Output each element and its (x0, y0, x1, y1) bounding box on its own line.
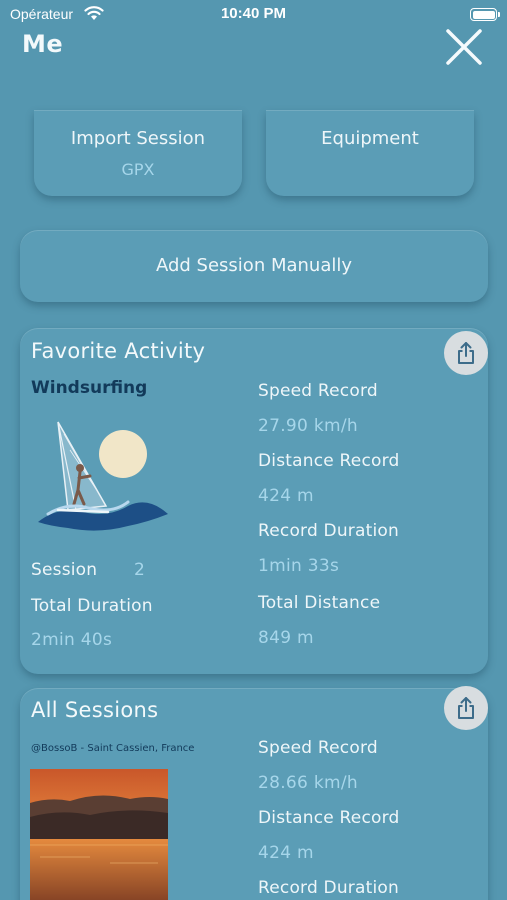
photo-caption: @BossoB - Saint Cassien, France (31, 743, 195, 754)
import-session-format: GPX (121, 160, 155, 179)
distance-record-label: Distance Record (258, 451, 400, 471)
add-session-manually-label: Add Session Manually (155, 255, 353, 276)
battery-icon (470, 8, 500, 21)
distance-record-value: 424 m (258, 486, 314, 506)
favorite-activity-card: Favorite Activity Windsurfing Session 2 … (20, 328, 488, 674)
all-record-duration-label: Record Duration (258, 878, 399, 898)
share-icon (458, 697, 474, 719)
favorite-activity-title: Favorite Activity (31, 339, 206, 363)
windsurfing-illustration (38, 421, 168, 531)
record-duration-value: 1min 33s (258, 556, 340, 576)
total-distance-value: 849 m (258, 628, 314, 648)
all-speed-record-label: Speed Record (258, 738, 378, 758)
equipment-button[interactable]: Equipment (266, 110, 474, 196)
speed-record-label: Speed Record (258, 381, 378, 401)
share-icon (458, 342, 474, 364)
session-count: 2 (134, 560, 146, 580)
status-time: 10:40 PM (220, 5, 287, 22)
all-sessions-title: All Sessions (31, 698, 159, 722)
import-session-label: Import Session (70, 128, 206, 149)
total-distance-label: Total Distance (258, 593, 381, 613)
session-photo (30, 769, 168, 900)
all-sessions-card: All Sessions @BossoB - Saint Cassien, Fr… (20, 686, 488, 900)
speed-record-value: 27.90 km/h (258, 416, 358, 436)
total-duration-label: Total Duration (31, 596, 153, 616)
close-icon[interactable] (445, 28, 483, 66)
favorite-activity-name: Windsurfing (31, 378, 148, 398)
all-distance-record-label: Distance Record (258, 808, 400, 828)
page-title: Me (22, 30, 64, 58)
equipment-label: Equipment (321, 128, 419, 149)
total-duration-value: 2min 40s (31, 630, 113, 650)
session-label: Session (31, 560, 98, 580)
add-session-manually-button[interactable]: Add Session Manually (20, 230, 488, 302)
share-all-sessions-button[interactable] (444, 686, 488, 730)
import-session-button[interactable]: Import Session GPX (34, 110, 242, 196)
record-duration-label: Record Duration (258, 521, 399, 541)
all-speed-record-value: 28.66 km/h (258, 773, 358, 793)
status-bar: Opérateur 10:40 PM (0, 0, 507, 30)
share-favorite-button[interactable] (444, 331, 488, 375)
all-distance-record-value: 424 m (258, 843, 314, 863)
